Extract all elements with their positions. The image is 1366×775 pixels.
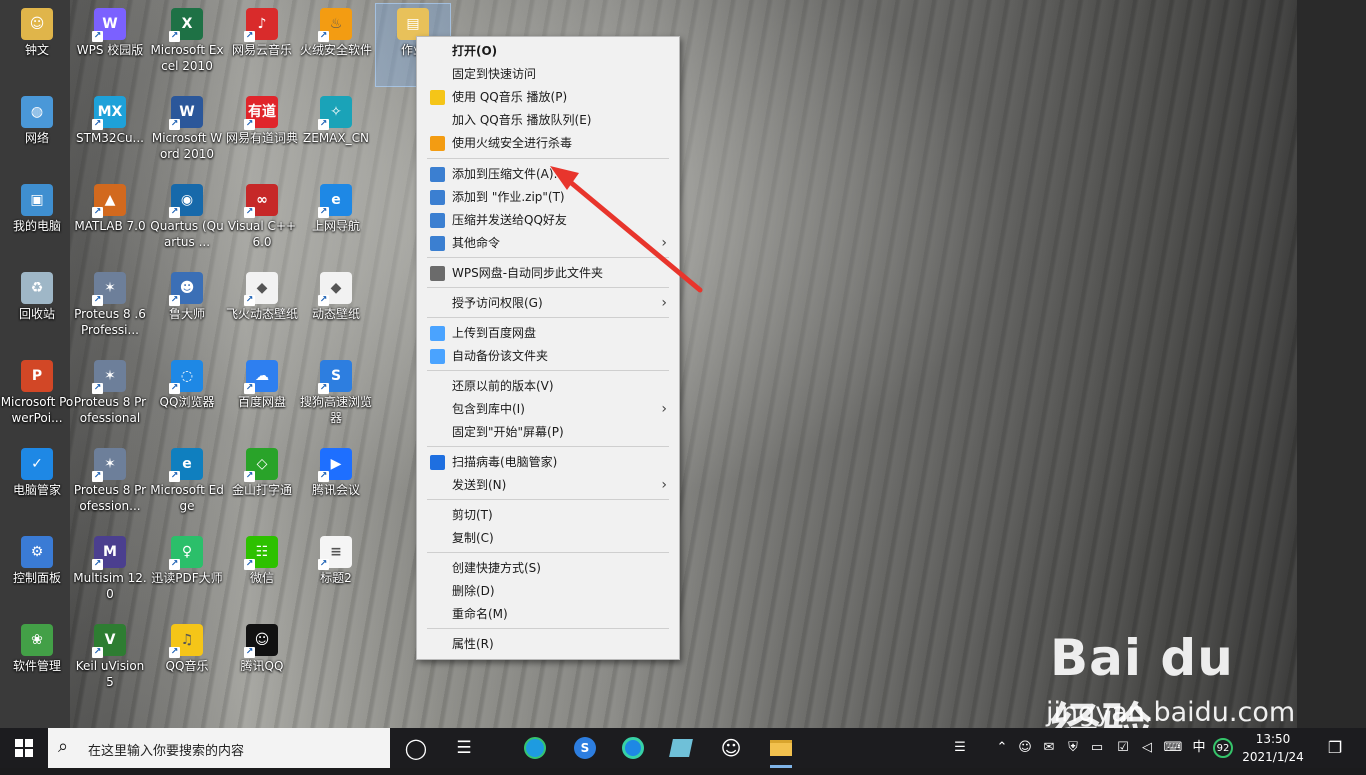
taskbar: ⌕ 在这里输入你要搜索的内容 ◯ ☰ S ☺ ☰ ⌃ ☺ ✉ ⛨ ▭ ☑ ◁ ⌨… bbox=[0, 728, 1366, 768]
clock-date: 2021/1/24 bbox=[1242, 750, 1304, 764]
notification-center-icon[interactable]: ❐ bbox=[1318, 728, 1352, 768]
taskbar-clock[interactable]: 13:50 2021/1/24 bbox=[1230, 730, 1316, 766]
tray-folder-icon[interactable]: ▭ bbox=[1088, 728, 1106, 768]
tray-keyboard-icon[interactable]: ⌨ bbox=[1162, 728, 1184, 768]
annotation-arrow bbox=[550, 166, 703, 293]
tray-show-hidden-chevron-icon[interactable]: ⌃ bbox=[994, 728, 1010, 768]
taskbar-search-box[interactable]: ⌕ 在这里输入你要搜索的内容 bbox=[48, 728, 390, 768]
tray-tencent-guard-icon[interactable]: ⛨ bbox=[1064, 728, 1082, 768]
task-view-icon[interactable]: ☰ bbox=[446, 728, 482, 768]
taskbar-qq-browser-icon[interactable] bbox=[614, 728, 652, 768]
tray-qq-icon[interactable]: ☺ bbox=[1016, 728, 1034, 768]
search-placeholder: 在这里输入你要搜索的内容 bbox=[88, 744, 245, 759]
taskbar-sogou-icon[interactable]: S bbox=[566, 728, 604, 768]
cortana-icon[interactable]: ◯ bbox=[398, 728, 434, 768]
arrow-line bbox=[560, 173, 703, 293]
start-button[interactable] bbox=[0, 728, 48, 768]
tray-network-icon[interactable]: ☑ bbox=[1114, 728, 1132, 768]
clock-time: 13:50 bbox=[1255, 732, 1291, 746]
windows-logo-icon bbox=[15, 739, 33, 757]
taskbar-edge-icon[interactable] bbox=[516, 728, 554, 768]
search-icon: ⌕ bbox=[58, 736, 69, 757]
tray-volume-icon[interactable]: ◁ bbox=[1138, 728, 1156, 768]
tray-ime-indicator[interactable]: 中 bbox=[1190, 728, 1208, 768]
taskbar-qq-icon[interactable]: ☺ bbox=[712, 728, 750, 768]
taskbar-file-explorer-icon[interactable] bbox=[762, 728, 800, 768]
tray-app-icon[interactable]: ☰ bbox=[950, 728, 970, 768]
tray-wechat-icon[interactable]: ✉ bbox=[1040, 728, 1058, 768]
taskbar-reader-icon[interactable] bbox=[662, 728, 700, 768]
